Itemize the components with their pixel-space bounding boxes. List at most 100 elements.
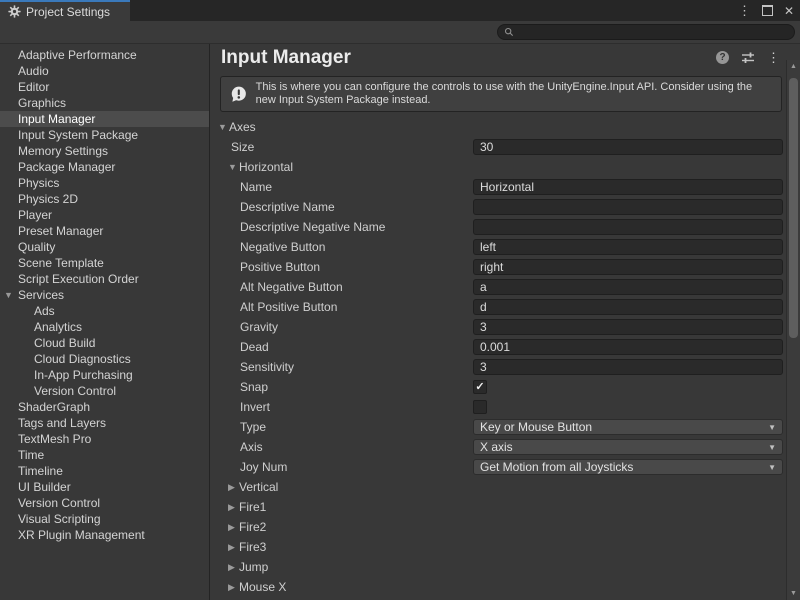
size-input[interactable] <box>473 139 783 155</box>
setting-control <box>473 199 783 215</box>
negative-button-input[interactable] <box>473 239 783 255</box>
setting-row-fire1: ▶Fire1 <box>211 497 786 517</box>
sidebar-item-scene-template[interactable]: Scene Template <box>0 255 209 271</box>
sensitivity-input[interactable] <box>473 359 783 375</box>
sidebar-item-cloud-diagnostics[interactable]: Cloud Diagnostics <box>0 351 209 367</box>
dead-input[interactable] <box>473 339 783 355</box>
window-close-icon[interactable]: ✕ <box>784 5 794 17</box>
setting-row-type: Type Key or Mouse Button▼ <box>211 417 786 437</box>
setting-label-wrap: Type <box>211 420 266 434</box>
setting-label: Alt Positive Button <box>240 300 337 314</box>
tab-project-settings[interactable]: Project Settings <box>0 0 130 21</box>
foldout-closed-icon[interactable]: ▶ <box>228 482 239 493</box>
foldout-open-icon[interactable]: ▼ <box>228 162 239 172</box>
sidebar-item-package-manager[interactable]: Package Manager <box>0 159 209 175</box>
scroll-up-icon[interactable]: ▲ <box>787 63 800 70</box>
setting-label: Vertical <box>239 480 278 494</box>
sidebar-item-quality[interactable]: Quality <box>0 239 209 255</box>
sidebar-item-label: TextMesh Pro <box>18 431 91 447</box>
sidebar-item-tags-and-layers[interactable]: Tags and Layers <box>0 415 209 431</box>
window-maximize-icon[interactable] <box>762 5 773 16</box>
sidebar-item-audio[interactable]: Audio <box>0 63 209 79</box>
sidebar-item-adaptive-performance[interactable]: Adaptive Performance <box>0 47 209 63</box>
sidebar-item-services[interactable]: ▼ Services <box>0 287 209 303</box>
sidebar-item-label: Cloud Diagnostics <box>34 351 131 367</box>
setting-label-wrap: Snap <box>211 380 268 394</box>
sidebar-item-script-execution-order[interactable]: Script Execution Order <box>0 271 209 287</box>
setting-row-joy-num: Joy NumGet Motion from all Joysticks▼ <box>211 457 786 477</box>
positive-button-input[interactable] <box>473 259 783 275</box>
snap-checkbox[interactable]: ✓ <box>473 380 487 394</box>
type-dropdown[interactable]: Key or Mouse Button▼ <box>473 419 783 435</box>
sidebar-item-in-app-purchasing[interactable]: In-App Purchasing <box>0 367 209 383</box>
gravity-input[interactable] <box>473 319 783 335</box>
sidebar-item-label: Time <box>18 447 44 463</box>
foldout-open-icon[interactable]: ▼ <box>4 287 18 303</box>
dropdown-value: X axis <box>480 440 513 454</box>
presets-icon[interactable] <box>741 51 755 64</box>
sidebar-item-visual-scripting[interactable]: Visual Scripting <box>0 511 209 527</box>
setting-row-snap: Snap ✓ <box>211 377 786 397</box>
sidebar-item-memory-settings[interactable]: Memory Settings <box>0 143 209 159</box>
setting-label: Size <box>231 140 254 154</box>
sidebar-item-label: Visual Scripting <box>18 511 101 527</box>
scrollbar-thumb[interactable] <box>789 78 798 338</box>
setting-label-wrap: Axis <box>211 440 263 454</box>
foldout-closed-icon[interactable]: ▶ <box>228 542 239 553</box>
vertical-scrollbar[interactable]: ▲ ▼ <box>786 60 800 600</box>
foldout-closed-icon[interactable]: ▶ <box>228 582 239 593</box>
sidebar-item-label: Preset Manager <box>18 223 103 239</box>
foldout-closed-icon[interactable]: ▶ <box>228 562 239 573</box>
setting-row-descriptive-negative-name: Descriptive Negative Name <box>211 217 786 237</box>
setting-row-name: Name <box>211 177 786 197</box>
sidebar-item-input-manager[interactable]: Input Manager <box>0 111 209 127</box>
sidebar-item-textmesh-pro[interactable]: TextMesh Pro <box>0 431 209 447</box>
setting-control: Key or Mouse Button▼ <box>473 419 783 435</box>
search-input[interactable] <box>518 26 788 38</box>
sidebar-item-label: Input Manager <box>18 111 95 127</box>
joy-num-dropdown[interactable]: Get Motion from all Joysticks▼ <box>473 459 783 475</box>
sidebar-item-player[interactable]: Player <box>0 207 209 223</box>
scroll-down-icon[interactable]: ▼ <box>787 590 800 597</box>
sidebar-item-editor[interactable]: Editor <box>0 79 209 95</box>
sidebar-item-shadergraph[interactable]: ShaderGraph <box>0 399 209 415</box>
sidebar-item-version-control[interactable]: Version Control <box>0 495 209 511</box>
setting-label-wrap: ▶Fire3 <box>211 540 266 554</box>
context-menu-icon[interactable]: ⋮ <box>767 51 780 64</box>
sidebar-item-label: Script Execution Order <box>18 271 139 287</box>
sidebar-item-cloud-build[interactable]: Cloud Build <box>0 335 209 351</box>
sidebar-item-version-control[interactable]: Version Control <box>0 383 209 399</box>
sidebar-item-graphics[interactable]: Graphics <box>0 95 209 111</box>
axis-dropdown[interactable]: X axis▼ <box>473 439 783 455</box>
sidebar-item-label: Graphics <box>18 95 66 111</box>
search-box[interactable] <box>497 24 795 40</box>
sidebar-item-label: Audio <box>18 63 49 79</box>
invert-checkbox[interactable] <box>473 400 487 414</box>
descriptive-negative-name-input[interactable] <box>473 219 783 235</box>
sidebar-item-ads[interactable]: Ads <box>0 303 209 319</box>
setting-label-wrap: ▼Axes <box>211 120 256 134</box>
descriptive-name-input[interactable] <box>473 199 783 215</box>
sidebar-item-time[interactable]: Time <box>0 447 209 463</box>
setting-row-alt-negative-button: Alt Negative Button <box>211 277 786 297</box>
sidebar-item-timeline[interactable]: Timeline <box>0 463 209 479</box>
setting-label: Fire2 <box>239 520 266 534</box>
sidebar-item-physics-2d[interactable]: Physics 2D <box>0 191 209 207</box>
name-input[interactable] <box>473 179 783 195</box>
sidebar-item-analytics[interactable]: Analytics <box>0 319 209 335</box>
help-icon[interactable]: ? <box>716 51 729 64</box>
foldout-closed-icon[interactable]: ▶ <box>228 502 239 513</box>
sidebar-item-ui-builder[interactable]: UI Builder <box>0 479 209 495</box>
window-menu-icon[interactable]: ⋮ <box>738 4 751 17</box>
sidebar-item-preset-manager[interactable]: Preset Manager <box>0 223 209 239</box>
setting-label-wrap: Size <box>211 140 254 154</box>
sidebar-item-physics[interactable]: Physics <box>0 175 209 191</box>
alt-positive-button-input[interactable] <box>473 299 783 315</box>
sidebar-item-input-system-package[interactable]: Input System Package <box>0 127 209 143</box>
sidebar-item-xr-plugin-management[interactable]: XR Plugin Management <box>0 527 209 543</box>
toolbar <box>0 21 800 44</box>
foldout-open-icon[interactable]: ▼ <box>218 122 229 132</box>
alt-negative-button-input[interactable] <box>473 279 783 295</box>
setting-label: Positive Button <box>240 260 320 274</box>
foldout-closed-icon[interactable]: ▶ <box>228 522 239 533</box>
